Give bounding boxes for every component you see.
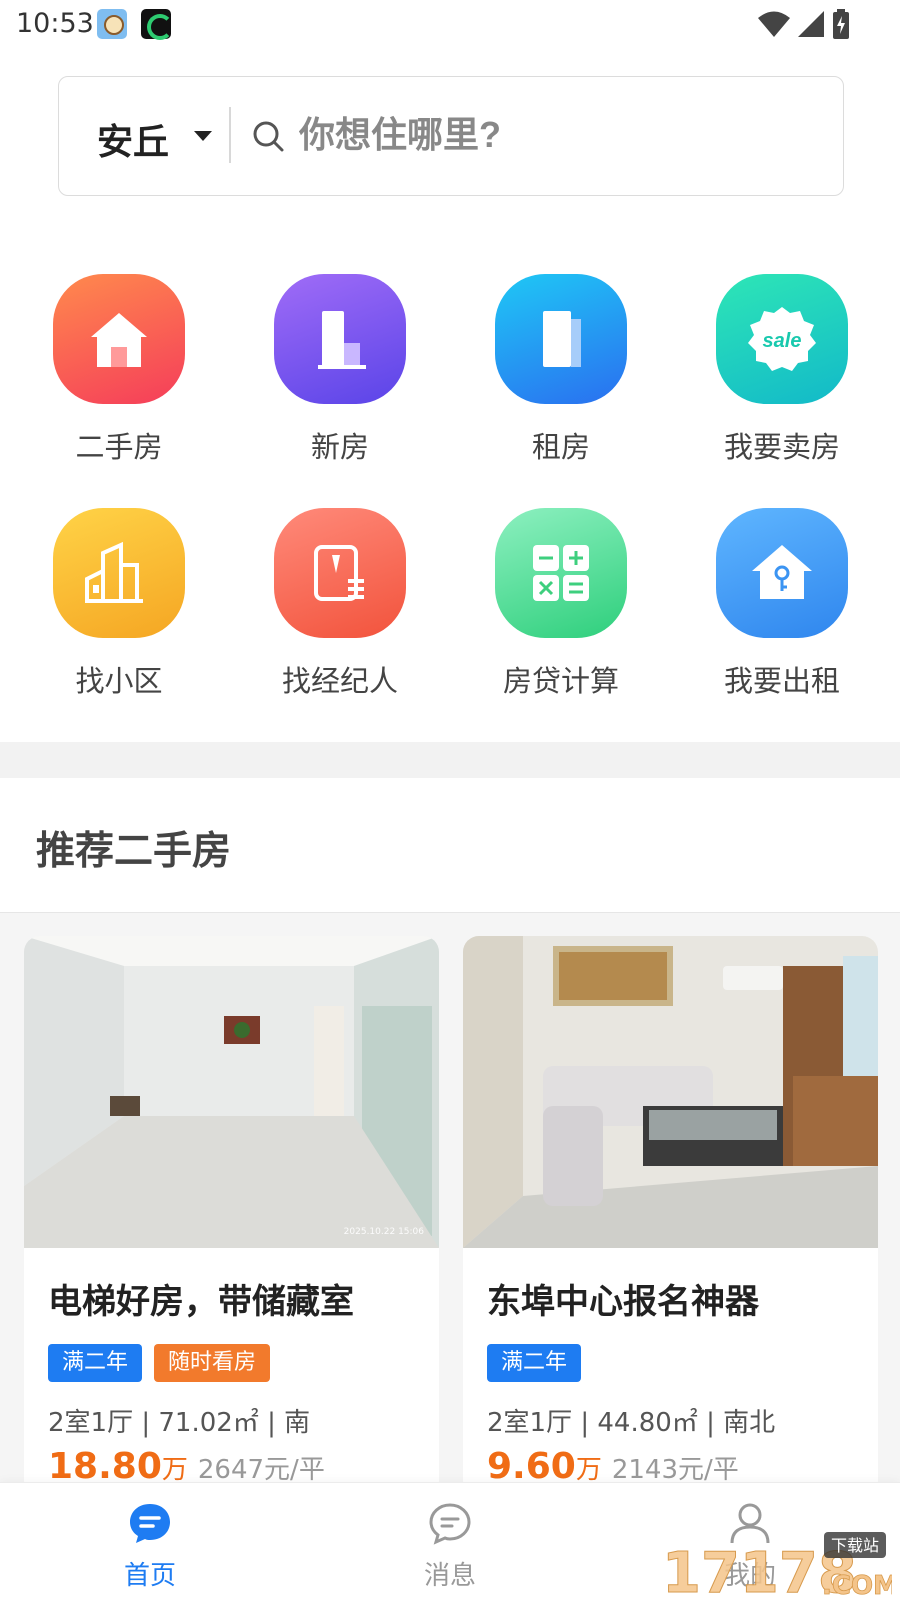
community-icon [53, 508, 185, 638]
feature-sell-house[interactable]: sale 我要卖房 [682, 274, 882, 466]
listing-card[interactable]: 2025.10.22 15:06 电梯好房，带储藏室 满二年 随时看房 2室1厅… [24, 936, 439, 1496]
tag: 满二年 [48, 1344, 143, 1382]
nav-messages[interactable]: 消息 [350, 1483, 550, 1600]
feature-find-community[interactable]: 找小区 [19, 508, 219, 700]
listing-price-row: 9.60万 2143元/平 [487, 1446, 739, 1487]
price-unit: 万 [161, 1455, 188, 1485]
feature-find-agent[interactable]: 找经纪人 [240, 508, 440, 700]
calculator-icon [495, 508, 627, 638]
city-selector[interactable]: 安丘 [97, 113, 169, 165]
house-key-icon [716, 508, 848, 638]
house-icon [53, 274, 185, 404]
system-icons [758, 8, 850, 40]
tag: 满二年 [487, 1344, 582, 1382]
app-notification-icon [97, 9, 127, 39]
listing-price-row: 18.80万 2647元/平 [48, 1446, 325, 1487]
feature-mortgage-calculator[interactable]: 房贷计算 [461, 508, 661, 700]
listing-price: 18.80 [48, 1446, 162, 1487]
unit-price: 2647元/平 [197, 1455, 325, 1485]
feature-label: 二手房 [75, 430, 163, 464]
listing-photo: 2025.10.22 15:06 [24, 936, 439, 1248]
listing-tags: 满二年 随时看房 [48, 1344, 271, 1382]
tag: 随时看房 [154, 1344, 271, 1382]
listing-title: 电梯好房，带储藏室 [48, 1282, 354, 1322]
listing-card[interactable]: 东埠中心报名神器 满二年 2室1厅 | 44.80㎡ | 南北 9.60万 214… [463, 936, 878, 1496]
feature-label: 我要卖房 [723, 430, 840, 464]
nav-label: 消息 [423, 1561, 476, 1591]
feature-label: 找经纪人 [281, 664, 398, 698]
nav-home[interactable]: 首页 [50, 1483, 250, 1600]
feature-label: 房贷计算 [502, 664, 619, 698]
search-icon [253, 121, 284, 152]
sleep-app-notification-icon [141, 9, 173, 40]
agent-icon [274, 508, 406, 638]
photo-timestamp: 2025.10.22 15:06 [344, 1227, 425, 1237]
section-separator [0, 742, 900, 778]
svg-text:sale: sale [763, 330, 802, 352]
sale-badge-icon: sale [716, 274, 848, 404]
feature-label: 我要出租 [723, 664, 840, 698]
feature-label: 新房 [310, 430, 369, 464]
signal-icon [798, 11, 824, 37]
feature-rent-out[interactable]: 我要出租 [682, 508, 882, 700]
feature-label: 租房 [531, 430, 590, 464]
caret-down-icon[interactable] [194, 131, 212, 141]
listing-price: 9.60 [487, 1446, 576, 1487]
listing-meta: 2室1厅 | 44.80㎡ | 南北 [487, 1408, 776, 1438]
search-divider [229, 107, 231, 163]
rent-building-icon [495, 274, 627, 404]
message-icon [429, 1503, 471, 1545]
nav-label: 首页 [123, 1561, 176, 1591]
feature-second-hand-house[interactable]: 二手房 [19, 274, 219, 466]
feature-new-house[interactable]: 新房 [240, 274, 440, 466]
section-title: 推荐二手房 [36, 829, 232, 874]
search-input[interactable] [299, 105, 799, 165]
status-bar: 10:53 [0, 0, 900, 50]
search-bar[interactable]: 安丘 [58, 76, 844, 196]
feature-rent-house[interactable]: 租房 [461, 274, 661, 466]
svg-text:下载站: 下载站 [831, 1536, 879, 1555]
listing-title: 东埠中心报名神器 [487, 1282, 759, 1322]
building-icon [274, 274, 406, 404]
home-chat-icon [130, 1504, 170, 1543]
svg-text:.COM: .COM [822, 1571, 892, 1600]
status-time: 10:53 [16, 8, 94, 39]
price-unit: 万 [575, 1455, 602, 1485]
site-watermark-logo: 17178 下载站 .COM [662, 1532, 892, 1600]
listing-tags: 满二年 [487, 1344, 582, 1382]
battery-icon [833, 9, 849, 39]
unit-price: 2143元/平 [611, 1455, 739, 1485]
feature-label: 找小区 [75, 664, 163, 698]
wifi-icon [758, 11, 790, 37]
listing-meta: 2室1厅 | 71.02㎡ | 南 [48, 1408, 311, 1438]
listing-photo [463, 936, 878, 1248]
